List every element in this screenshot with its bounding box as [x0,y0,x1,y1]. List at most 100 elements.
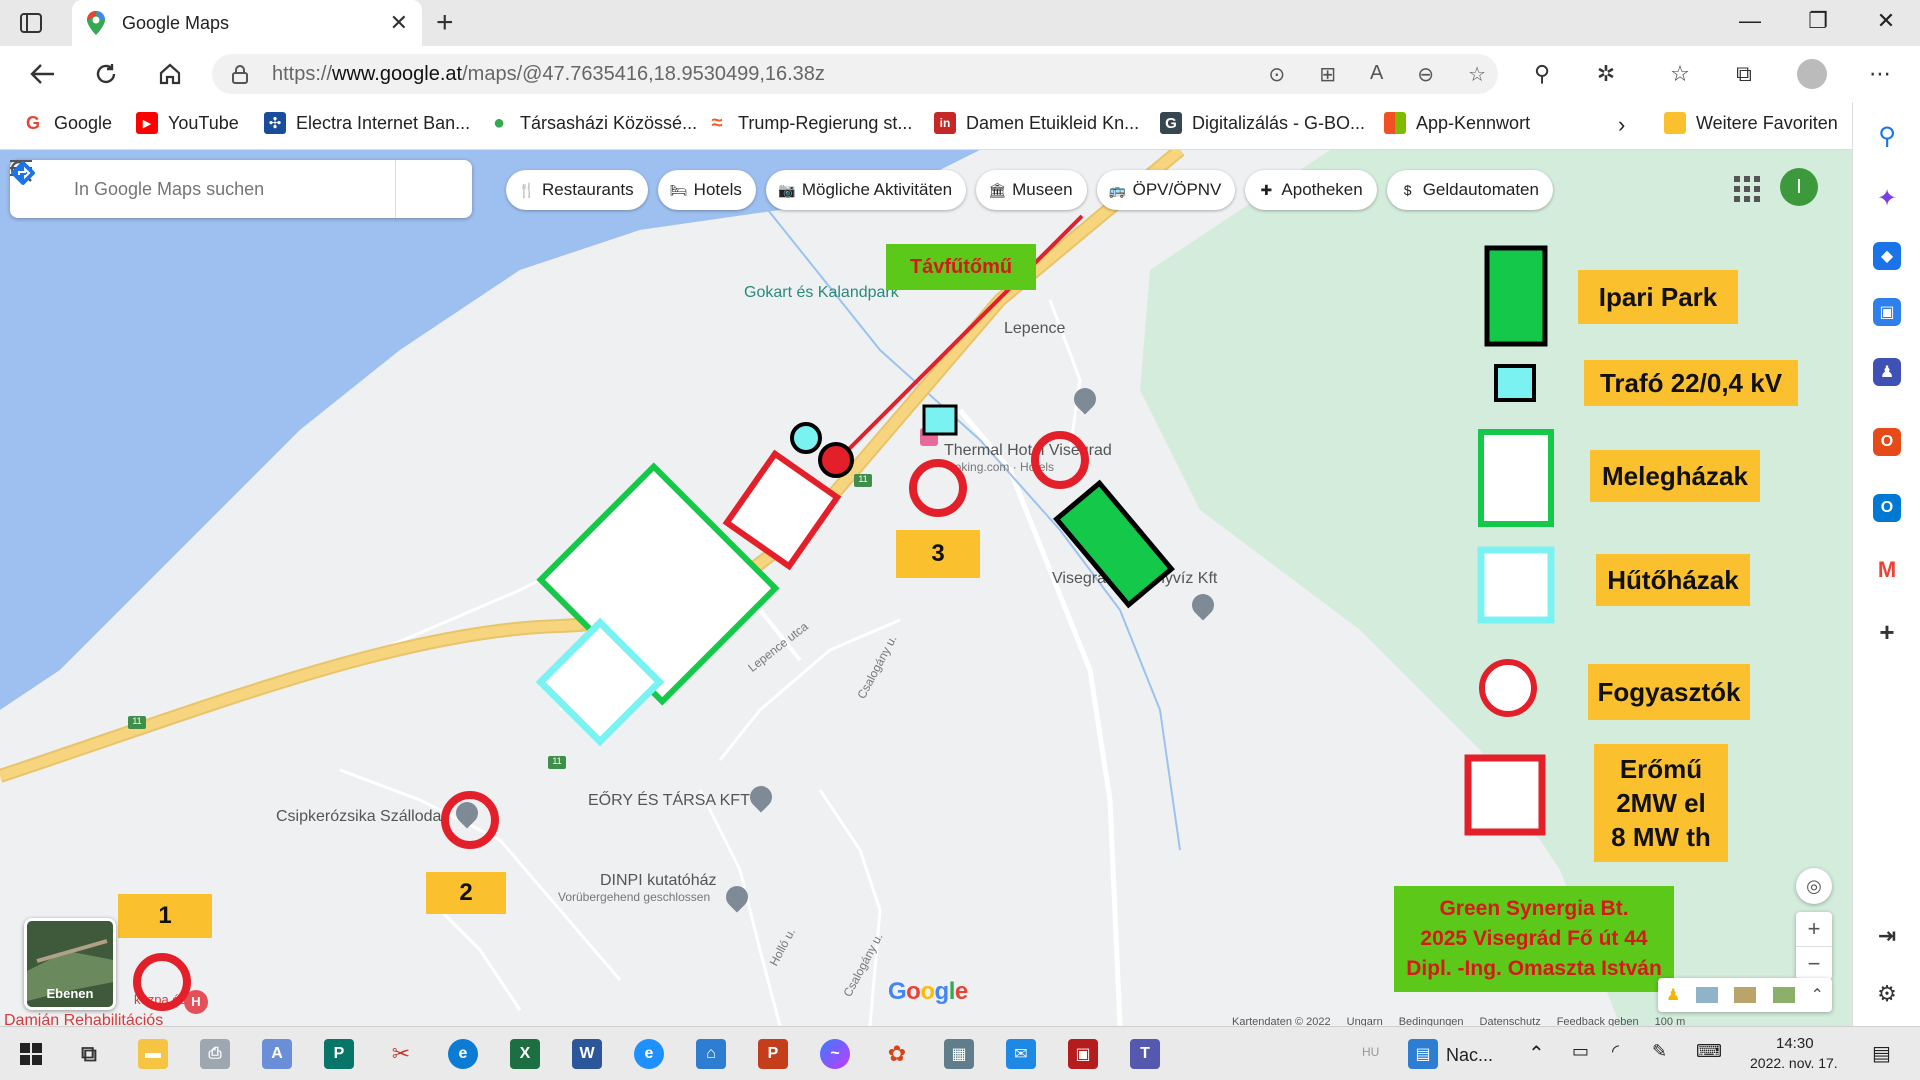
wifi-icon[interactable]: ◜ [1612,1041,1619,1062]
snipping-tool-icon[interactable]: ✂ [386,1039,416,1069]
reload-button[interactable] [90,58,122,90]
url-field[interactable]: https://www.google.at/maps/@47.7635416,1… [212,54,1498,94]
excel-icon[interactable]: X [510,1039,540,1069]
restore-icon[interactable]: ❐ [1798,8,1838,34]
location-icon[interactable]: ⊙ [1268,62,1285,87]
tools-icon[interactable]: ▣ [1873,298,1901,326]
store-icon[interactable]: ⌂ [696,1039,726,1069]
powerpoint-icon[interactable]: P [758,1039,788,1069]
settings-more-icon[interactable]: ⋯ [1864,58,1896,90]
battery-icon[interactable]: ▭ [1572,1041,1589,1062]
lock-icon[interactable] [230,64,250,84]
shopping-tag-icon[interactable]: ◆ [1873,242,1901,270]
close-tab-icon[interactable]: ✕ [390,10,408,36]
search-icon[interactable] [10,160,396,218]
publisher-icon[interactable]: P [324,1039,354,1069]
zoom-out-icon[interactable]: ⊖ [1417,62,1434,87]
file-explorer-icon[interactable]: ▬ [138,1039,168,1069]
more-favorites-chevron-icon[interactable]: › [1618,112,1625,138]
font-app-icon[interactable]: A [262,1039,292,1069]
teams-icon[interactable]: T [1130,1039,1160,1069]
pegman-icon[interactable]: ♟ [1666,985,1680,1005]
read-aloud-icon[interactable]: A [1370,62,1383,87]
chip-opv[interactable]: 🚌 ÖPV/ÖPNV [1096,170,1236,210]
chip-geldautomaten[interactable]: $ Geldautomaten [1386,170,1553,210]
fav-tarsashazi[interactable]: ● Társasházi Közössé... [488,112,697,134]
language-indicator[interactable]: HU [1362,1045,1379,1059]
fav-trump[interactable]: ≈ Trump-Regierung st... [706,112,913,134]
fav-digitalizalas[interactable]: G Digitalizálás - G-BO... [1160,112,1365,134]
tray-chevron-icon[interactable]: ⌃ [1528,1041,1545,1066]
new-tab-button[interactable]: + [436,6,454,40]
apps-icon[interactable]: ⊞ [1319,62,1336,87]
chip-activities[interactable]: 📷 Mögliche Aktivitäten [765,170,967,210]
chip-apotheken[interactable]: ✚ Apotheken [1245,170,1377,210]
add-sidebar-icon[interactable]: + [1873,617,1901,647]
fav-app-kennwort[interactable]: App-Kennwort [1384,112,1530,134]
printer-icon[interactable]: ⎙ [200,1039,230,1069]
zoom-out-button[interactable]: − [1796,946,1832,980]
news-widget-label[interactable]: Nac... [1446,1045,1493,1066]
fav-youtube[interactable]: ▶ YouTube [136,112,239,134]
pen-icon[interactable]: ✎ [1652,1041,1667,1062]
google-apps-icon[interactable] [1734,176,1760,202]
back-button[interactable] [26,58,58,90]
fav-damen[interactable]: in Damen Etuikleid Kn... [934,112,1139,134]
chip-hotels[interactable]: 🛏 Hotels [657,170,756,210]
news-widget-icon[interactable]: ▤ [1408,1039,1438,1069]
gmail-icon[interactable]: M [1873,556,1901,584]
attribution-privacy[interactable]: Datenschutz [1480,1016,1541,1026]
tab-actions-icon[interactable] [18,10,44,36]
street-thumb-icon[interactable] [1772,987,1795,1003]
add-favorite-icon[interactable]: ☆ [1468,62,1486,87]
clock-time[interactable]: 14:30 [1776,1035,1814,1052]
sidebar-settings-icon[interactable]: ⚙ [1873,980,1901,1008]
attribution-country[interactable]: Ungarn [1347,1016,1383,1026]
hide-sidebar-icon[interactable]: ⇥ [1873,922,1901,950]
games-icon[interactable]: ♟ [1873,358,1901,386]
edge-icon[interactable]: e [448,1039,478,1069]
minimize-icon[interactable]: — [1730,8,1770,34]
clock-date[interactable]: 2022. nov. 17. [1750,1055,1838,1071]
task-view-icon[interactable]: ⧉ [74,1039,104,1069]
internet-explorer-icon[interactable]: e [634,1039,664,1069]
word-icon[interactable]: W [572,1039,602,1069]
scale-bar[interactable]: 100 m [1655,1016,1787,1026]
chip-restaurants[interactable]: 🍴 Restaurants [506,170,648,210]
maps-search-input[interactable] [74,178,344,200]
expand-chevron-icon[interactable]: ⌃ [1811,985,1824,1005]
terrain-thumb-icon[interactable] [1734,987,1757,1003]
start-icon[interactable] [16,1039,46,1069]
layer-thumbnails[interactable]: ♟ ⌃ [1658,978,1832,1012]
my-location-icon[interactable]: ◎ [1796,868,1832,904]
account-avatar[interactable]: I [1780,168,1818,206]
pin-extension-icon[interactable]: ⚲ [1526,58,1558,90]
map-canvas[interactable]: Gokart és Kalandpark Lepence Thermal Hot… [0,150,1852,1026]
close-window-icon[interactable]: ✕ [1866,8,1906,34]
outlook-icon[interactable]: O [1873,494,1901,522]
layers-button[interactable]: Ebenen [24,918,116,1010]
fav-google[interactable]: G Google [22,112,112,134]
zoom-in-button[interactable]: + [1808,912,1821,946]
collections-icon[interactable]: ⧉ [1728,58,1760,90]
calculator-icon[interactable]: ▦ [944,1039,974,1069]
chip-museen[interactable]: 🏛 Museen [976,170,1087,210]
attribution-terms[interactable]: Bedingungen [1399,1016,1464,1026]
home-button[interactable] [154,58,186,90]
favorites-icon[interactable]: ☆ [1664,58,1696,90]
search-icon[interactable]: ⚲ [1873,122,1901,150]
attribution-feedback[interactable]: Feedback geben [1557,1016,1639,1026]
keyboard-icon[interactable]: ⌨ [1696,1041,1722,1062]
fav-more[interactable]: Weitere Favoriten [1664,112,1838,134]
mail-icon[interactable]: ✉ [1006,1039,1036,1069]
directions-icon[interactable] [11,160,460,218]
paint-icon[interactable]: ✿ [882,1039,912,1069]
notifications-icon[interactable]: ▤ [1872,1041,1891,1066]
cameo-icon[interactable]: ▣ [1068,1039,1098,1069]
satellite-thumb-icon[interactable] [1696,987,1719,1003]
extensions-icon[interactable]: ✲ [1590,58,1622,90]
active-tab[interactable]: Google Maps ✕ [72,0,422,46]
profile-avatar-icon[interactable] [1796,58,1828,90]
office-icon[interactable]: O [1873,428,1901,456]
fav-electra[interactable]: ✣ Electra Internet Ban... [264,112,470,134]
